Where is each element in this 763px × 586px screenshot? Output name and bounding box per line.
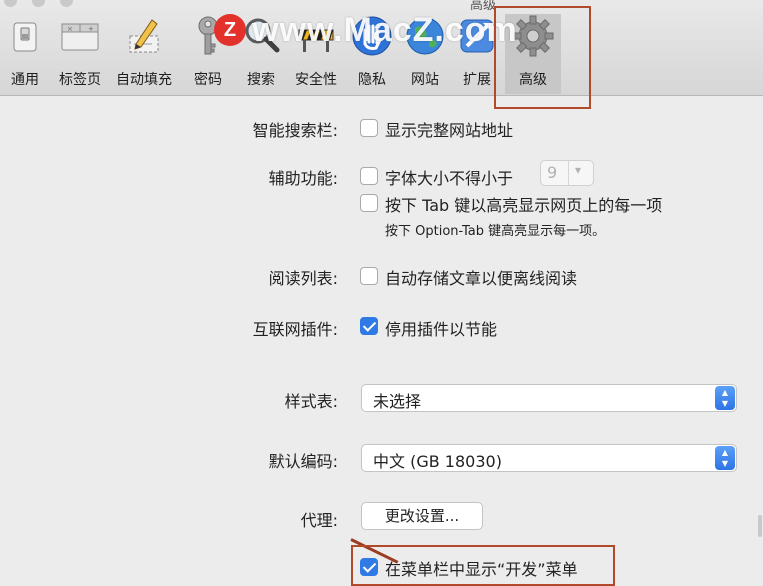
stylesheet-select[interactable]: 未选择 ▲ ▼ <box>361 384 737 412</box>
toolbar-item-label: 自动填充 <box>116 72 172 88</box>
default-encoding-select[interactable]: 中文 (GB 18030) ▲ ▼ <box>361 444 737 472</box>
stop-plugins-checkbox[interactable] <box>360 317 378 335</box>
toolbar-item-tabs[interactable]: × + 标签页 <box>52 14 108 94</box>
toolbar-item-label: 搜索 <box>247 72 275 88</box>
tab-highlight-text: 按下 Tab 键以高亮显示网页上的每一项 <box>385 196 663 215</box>
toolbar-item-label: 密码 <box>194 72 222 88</box>
watermark-text: www.MacZ.com <box>252 10 518 49</box>
pencil-form-icon <box>122 14 166 58</box>
reading-list-label: 阅读列表: <box>268 269 338 288</box>
option-tab-note: 按下 Option-Tab 键高亮显示每一项。 <box>385 224 606 239</box>
updown-arrows-icon: ▲ ▼ <box>715 386 735 410</box>
toolbar-item-label: 隐私 <box>358 72 386 88</box>
watermark: Z www.MacZ.com <box>214 10 518 50</box>
svg-text:×: × <box>67 25 73 33</box>
toolbar-item-label: 通用 <box>11 72 39 88</box>
toolbar-item-label: 扩展 <box>463 72 491 88</box>
toolbar-item-label: 标签页 <box>59 72 101 88</box>
resize-handle[interactable] <box>758 515 762 537</box>
annotation-highlight-advanced <box>494 6 591 109</box>
minimize-window-button[interactable] <box>32 0 45 7</box>
preferences-toolbar: 高级 通用 × + 标签页 自动填充 密码 搜索 安全性 隐私 网站 扩展 高级… <box>0 0 763 96</box>
min-font-size-text: 字体大小不得小于 <box>385 169 514 188</box>
save-offline-text: 自动存储文章以便离线阅读 <box>385 269 578 288</box>
toolbar-item-general[interactable]: 通用 <box>0 14 50 94</box>
proxies-label: 代理: <box>300 511 338 530</box>
annotation-highlight-develop-menu <box>351 545 615 586</box>
change-settings-button[interactable]: 更改设置... <box>361 502 483 530</box>
stylesheet-label: 样式表: <box>284 392 338 411</box>
switch-icon <box>3 14 47 58</box>
toolbar-item-label: 网站 <box>411 72 439 88</box>
show-full-address-text: 显示完整网站地址 <box>385 121 514 140</box>
stop-plugins-text: 停用插件以节能 <box>385 320 498 339</box>
tabs-icon: × + <box>58 14 102 58</box>
chevron-down-icon: ▾ <box>575 163 582 177</box>
default-encoding-label: 默认编码: <box>268 452 338 471</box>
min-font-size-select[interactable]: 9 ▾ <box>540 160 594 186</box>
stylesheet-value: 未选择 <box>373 392 422 411</box>
min-font-size-value: 9 <box>547 163 558 182</box>
toolbar-item-label: 安全性 <box>295 72 337 88</box>
internet-plugins-label: 互联网插件: <box>252 320 338 339</box>
min-font-size-checkbox[interactable] <box>360 167 378 185</box>
close-window-button[interactable] <box>4 0 17 7</box>
show-full-address-checkbox[interactable] <box>360 119 378 137</box>
save-offline-checkbox[interactable] <box>360 267 378 285</box>
watermark-logo: Z <box>214 14 246 46</box>
accessibility-label: 辅助功能: <box>268 169 338 188</box>
svg-text:+: + <box>88 25 94 33</box>
smart-search-label: 智能搜索栏: <box>252 121 338 140</box>
default-encoding-value: 中文 (GB 18030) <box>373 452 502 471</box>
toolbar-item-autofill[interactable]: 自动填充 <box>112 14 176 94</box>
updown-arrows-icon: ▲ ▼ <box>715 446 735 470</box>
zoom-window-button[interactable] <box>60 0 73 7</box>
tab-highlight-checkbox[interactable] <box>360 194 378 212</box>
